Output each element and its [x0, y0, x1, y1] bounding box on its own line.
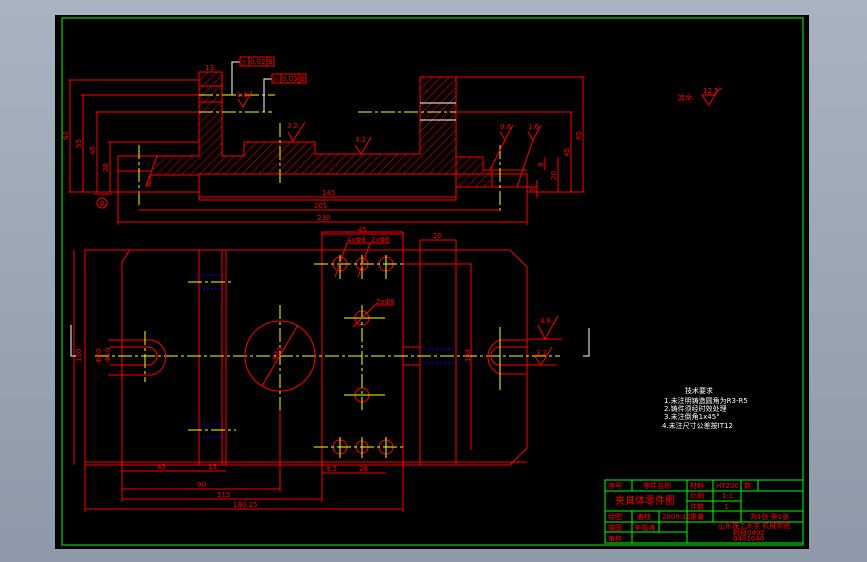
drawing-label: 重量 — [690, 513, 704, 521]
datum-b-label: B — [100, 200, 105, 208]
drawing-label: 描图 — [608, 523, 622, 532]
dim-115: 115 — [217, 491, 230, 499]
drawing-label: 共1张 第1张 — [750, 512, 789, 521]
drawing-label: 技术要求 — [685, 386, 713, 395]
dim-230: 230 — [317, 214, 330, 222]
drawing-label: B — [300, 75, 305, 83]
drawing-label: 序号 — [608, 481, 622, 490]
drawing-label: 2.铸件须经时效处理 — [664, 404, 727, 413]
drawing-label: 0.03 — [282, 75, 298, 83]
dim-15: 15 — [208, 463, 217, 471]
drawing-label: 4.未注尺寸公差按IT12 — [662, 421, 733, 430]
dim-r65: 65 — [575, 131, 583, 140]
drawing-label: 件数 — [690, 502, 704, 511]
drawing-title: 夹具体零件图 — [615, 494, 675, 507]
dim-45: 45 — [157, 463, 166, 471]
dim-145: 145 — [322, 189, 335, 197]
dim-45-top: 45 — [358, 226, 367, 234]
drawing-label: 比例 — [690, 491, 704, 500]
dim-20-top: 20 — [433, 232, 442, 240]
drawing-label: 零件名称 — [643, 481, 671, 490]
dim-phi10: Φ10 — [104, 348, 112, 362]
dim-63: 63 — [62, 131, 70, 140]
drawing-label: 0.8 — [500, 123, 511, 131]
dim-180: 180.25 — [233, 501, 258, 509]
drawing-label: // — [273, 75, 278, 83]
dim-r45: 45 — [563, 148, 571, 157]
material-value: HT200 — [716, 482, 739, 490]
label-2x6: 2xΦ6 — [371, 236, 390, 244]
dim-104: 104 — [464, 348, 472, 362]
dim-r20: 20 — [550, 171, 558, 180]
label-4x8: 4xΦ8 — [347, 236, 366, 244]
drawing-label: 3.2 — [355, 136, 366, 144]
cad-drawing: 63 55 45 28 B 13 // 0.02 B // 0.03 B 0.8… — [55, 15, 809, 549]
dim-9-5: 9.5 — [326, 465, 337, 473]
drawing-label: 数 — [744, 481, 751, 490]
dim-phi30: Φ30 — [95, 349, 103, 363]
dim-90: 90 — [197, 481, 206, 489]
drawing-label: 1 — [724, 503, 728, 511]
label-2x8: 2xΦ8 — [376, 298, 395, 306]
drawing-label: 审核 — [608, 534, 622, 543]
drawing-label: 姜桂 — [637, 512, 651, 521]
drawing-label: 材料 — [690, 481, 704, 490]
drawing-label: 12.5 — [703, 87, 719, 95]
dim-13: 13 — [205, 64, 214, 72]
dim-55: 55 — [75, 139, 83, 148]
dim-r3: 3 — [529, 188, 537, 192]
drawing-label: 1:1 — [722, 492, 733, 500]
drawing-label: 0.02 — [250, 58, 266, 66]
drawing-label: 3.2 — [536, 349, 547, 357]
dim-28: 28 — [102, 163, 110, 172]
drawing-label: 4.8 — [540, 317, 551, 325]
drawing-label: B — [268, 58, 273, 66]
drawing-label: 0.8 — [237, 91, 248, 99]
drawing-label: 其余 — [678, 93, 692, 102]
drawing-label: 1.6 — [528, 123, 540, 131]
drawing-label: 辛福涛 — [634, 523, 655, 532]
drawing-label: 0401040 — [733, 535, 764, 543]
dim-45: 45 — [89, 146, 97, 155]
dim-130: 130 — [75, 349, 83, 362]
drawing-label: 绘图 — [608, 512, 622, 521]
drawing-label: 3.未注倒角1x45° — [664, 412, 720, 421]
dim-r8: 8 — [537, 163, 545, 167]
drawing-label: // — [241, 58, 246, 66]
dim-205: 205 — [314, 202, 327, 210]
dim-26: 26 — [359, 465, 368, 473]
drawing-label: 3.2 — [287, 122, 298, 130]
drawing-label: 2009.12 — [662, 513, 691, 521]
drawing-label: 1.未注明铸造圆角为R3-R5 — [664, 396, 748, 405]
